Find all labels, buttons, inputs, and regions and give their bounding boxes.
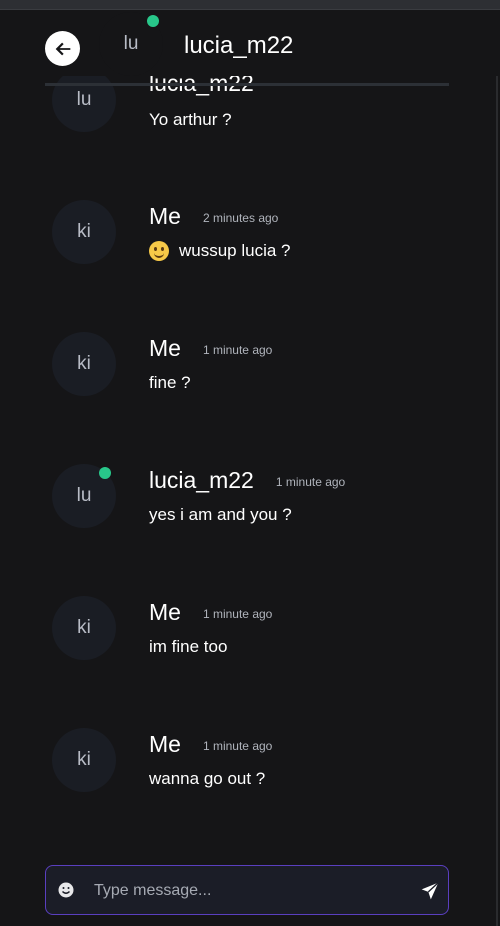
message-input[interactable] — [94, 876, 394, 906]
send-button[interactable] — [418, 879, 442, 903]
message-timestamp: 1 minute ago — [202, 342, 273, 357]
message-author: Me 1 minute ago — [149, 335, 273, 361]
online-status-dot — [147, 15, 159, 27]
message-timestamp: 1 minute ago — [202, 738, 273, 753]
avatar: ki — [52, 596, 116, 660]
avatar-initials: lu — [76, 89, 92, 110]
avatar: ki — [52, 728, 116, 792]
message-text: Yo arthur ? — [149, 110, 232, 129]
message-author: Me 2 minutes ago — [149, 203, 279, 229]
message-item: ki Me 1 minute ago fine ? — [0, 332, 480, 442]
send-icon — [421, 882, 439, 900]
avatar-initials: lu — [76, 485, 92, 506]
message-timestamp: 1 minute ago — [275, 474, 346, 489]
message-author: lucia_m22 1 minute ago — [149, 467, 346, 493]
message-text: fine ? — [149, 373, 191, 392]
contact-name: lucia_m22 — [184, 32, 294, 59]
avatar-initials: ki — [77, 221, 91, 242]
message-text: im fine too — [149, 637, 228, 656]
contact-avatar[interactable]: lu — [99, 12, 163, 76]
avatar: ki — [52, 200, 116, 264]
header-divider — [45, 83, 449, 86]
message-author: Me 1 minute ago — [149, 731, 273, 757]
message-item: ki Me 1 minute ago wanna go out ? — [0, 728, 480, 838]
message-timestamp: 1 minute ago — [202, 606, 273, 621]
avatar: lu — [52, 68, 116, 132]
back-button[interactable] — [45, 31, 80, 66]
message-composer — [45, 865, 449, 915]
message-text: yes i am and you ? — [149, 505, 292, 524]
message-item: ki Me 1 minute ago im fine too — [0, 596, 480, 706]
avatar-initials: ki — [77, 617, 91, 638]
message-timestamp: 2 minutes ago — [202, 210, 279, 225]
emoji-picker-icon[interactable] — [58, 882, 74, 898]
smile-emoji-icon — [149, 241, 169, 261]
contact-avatar-initials: lu — [123, 33, 139, 54]
message-text: wussup lucia ? — [149, 241, 291, 261]
message-item: lu lucia_m22 1 minute ago yes i am and yo… — [0, 464, 480, 574]
avatar-initials: ki — [77, 749, 91, 770]
message-author: Me 1 minute ago — [149, 599, 273, 625]
avatar-initials: ki — [77, 353, 91, 374]
arrow-left-icon — [55, 42, 70, 55]
message-feed[interactable]: lu lucia_m22 Yo arthur ? ki Me 2 minutes … — [0, 0, 500, 926]
message-item: ki Me 2 minutes ago wussup lucia ? — [0, 200, 480, 310]
avatar: lu — [52, 464, 116, 528]
message-text: wanna go out ? — [149, 769, 266, 788]
online-status-dot — [99, 467, 111, 479]
avatar: ki — [52, 332, 116, 396]
